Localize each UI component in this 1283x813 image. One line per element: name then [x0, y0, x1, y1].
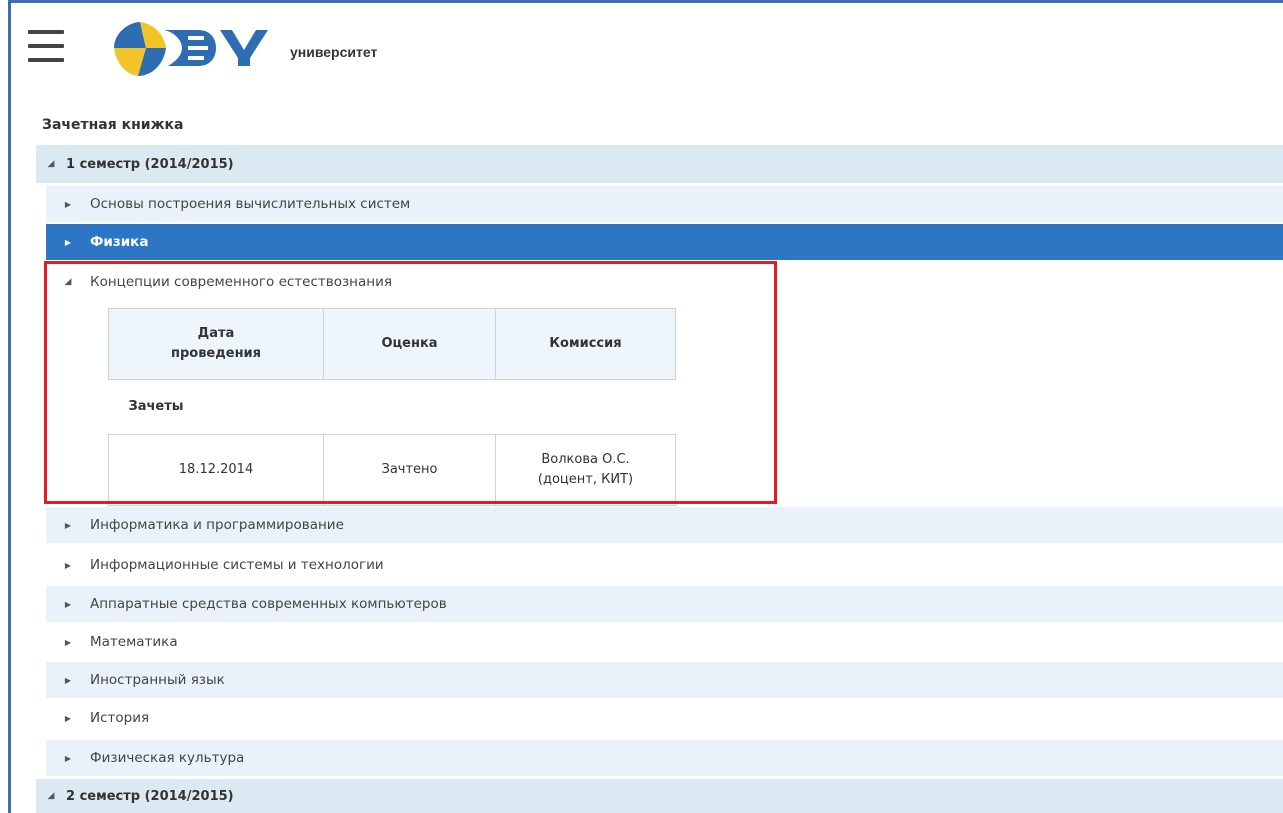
header-commission: Комиссия: [495, 308, 676, 380]
subject-row[interactable]: ▶ Иностранный язык: [46, 662, 1283, 698]
header-grade: Оценка: [323, 308, 496, 380]
cell-commission: Волкова О.С. (доцент, КИТ): [495, 434, 676, 506]
subject-row[interactable]: ▶ Математика: [46, 624, 1283, 660]
window-frame-top: [8, 0, 1283, 3]
grade-table-header: Дата проведения Оценка Комиссия: [108, 308, 676, 380]
collapse-triangle-icon: ◢: [47, 791, 55, 801]
subject-row[interactable]: ▶ Основы построения вычислительных систе…: [46, 186, 1283, 222]
collapse-triangle-icon: ◢: [47, 159, 55, 169]
subject-label: Концепции современного естествознания: [90, 274, 392, 290]
logo-text: университет: [290, 44, 378, 60]
subject-label: Аппаратные средства современных компьюте…: [90, 596, 447, 612]
subject-row[interactable]: ▶ История: [46, 700, 1283, 736]
hamburger-menu-icon[interactable]: [28, 28, 64, 64]
expand-triangle-icon: ▶: [64, 520, 72, 530]
cell-commission-line: Волкова О.С.: [541, 452, 630, 467]
semester-label: 2 семестр (2014/2015): [66, 788, 234, 804]
semester-label: 1 семестр (2014/2015): [66, 156, 234, 172]
subject-label: Информатика и программирование: [90, 517, 344, 533]
subject-row[interactable]: ▶ Аппаратные средства современных компью…: [46, 586, 1283, 622]
expand-triangle-icon: ▶: [64, 675, 72, 685]
header-date: Дата проведения: [108, 308, 324, 380]
section-row: Зачеты: [109, 380, 676, 435]
page-title: Зачетная книжка: [42, 117, 184, 133]
subject-label: История: [90, 710, 150, 726]
cell-date: 18.12.2014: [108, 434, 324, 506]
subject-row-expanded[interactable]: ◢ Концепции современного естествознания: [46, 262, 776, 302]
window-frame-left: [8, 0, 11, 813]
expand-triangle-icon: ▶: [64, 560, 72, 570]
grade-table: Дата проведения Оценка Комиссия Зачеты 18…: [108, 308, 676, 506]
expand-triangle-icon: ▶: [64, 199, 72, 209]
subject-row[interactable]: ▶ Информатика и программирование: [46, 507, 1283, 543]
subject-label: Иностранный язык: [90, 672, 225, 688]
subject-label: Математика: [90, 634, 178, 650]
subject-row[interactable]: ▶ Информационные системы и технологии: [46, 547, 1283, 583]
subject-label: Информационные системы и технологии: [90, 557, 384, 573]
cell-commission-line: (доцент, КИТ): [537, 472, 634, 487]
subject-row-selected[interactable]: ▶ Физика: [46, 224, 1283, 260]
expand-triangle-icon: ▶: [64, 753, 72, 763]
semester-row-1[interactable]: ◢ 1 семестр (2014/2015): [36, 145, 1283, 183]
header-date-line: Дата: [197, 326, 235, 341]
semester-row-2[interactable]: ◢ 2 семестр (2014/2015): [36, 779, 1283, 813]
expand-triangle-icon: ▶: [64, 237, 72, 247]
expand-triangle-icon: ▶: [64, 637, 72, 647]
subject-label: Основы построения вычислительных систем: [90, 196, 411, 212]
subject-label: Физическая культура: [90, 750, 245, 766]
expand-triangle-icon: ▶: [64, 713, 72, 723]
cell-grade: Зачтено: [323, 434, 496, 506]
collapse-triangle-icon: ◢: [64, 277, 72, 287]
subject-label: Физика: [90, 234, 149, 250]
university-logo[interactable]: [108, 18, 288, 82]
expand-triangle-icon: ▶: [64, 599, 72, 609]
header-date-line: проведения: [170, 346, 262, 361]
subject-expanded-panel: ◢ Концепции современного естествознания …: [46, 262, 778, 506]
section-label: Зачеты: [128, 399, 184, 414]
table-row: 18.12.2014 Зачтено Волкова О.С. (доцент, …: [108, 434, 676, 506]
subject-row[interactable]: ▶ Физическая культура: [46, 740, 1283, 776]
